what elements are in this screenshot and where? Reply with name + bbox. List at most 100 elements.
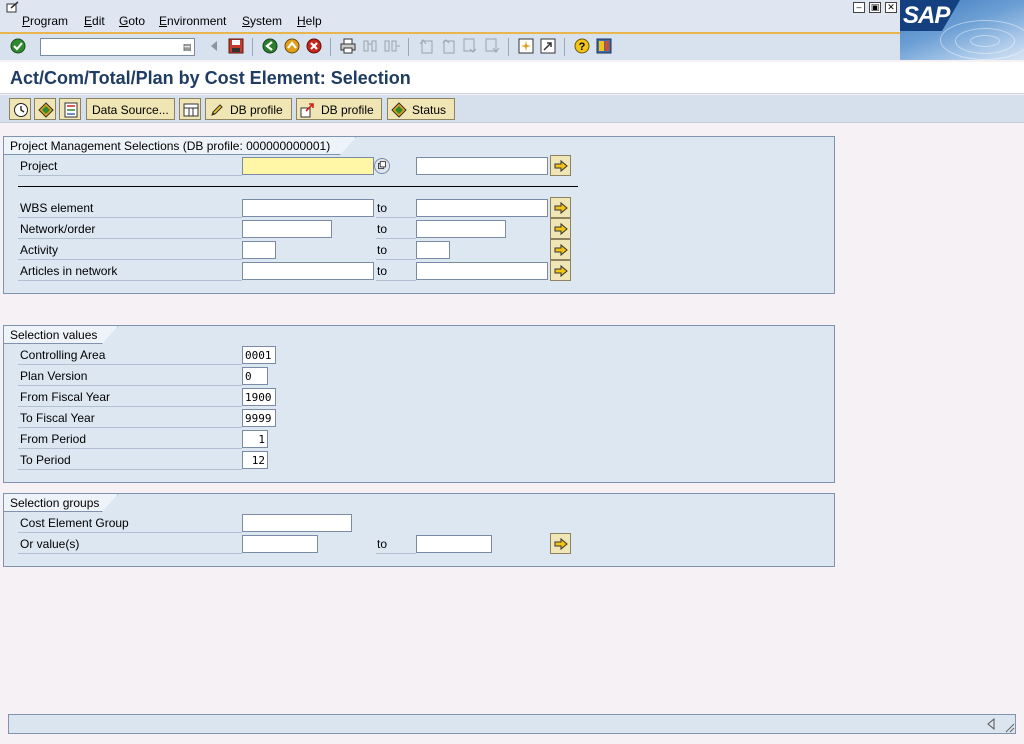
project-to-input[interactable]	[416, 157, 548, 175]
save-icon[interactable]	[228, 38, 244, 54]
cancel-icon[interactable]	[306, 38, 322, 54]
wbs-element-from-input[interactable]	[242, 199, 374, 217]
articles-in-network-to-input[interactable]	[416, 262, 548, 280]
title-bar: Act/Com/Total/Plan by Cost Element: Sele…	[0, 62, 1024, 94]
close-button[interactable]: ✕	[885, 2, 897, 13]
wbs-element-label: WBS element	[20, 201, 94, 215]
activity-to-input[interactable]	[416, 241, 450, 259]
page-title: Act/Com/Total/Plan by Cost Element: Sele…	[10, 68, 411, 88]
sap-logo-text: SAP	[903, 2, 950, 29]
execute-clock-icon	[14, 103, 28, 117]
controlling-area-label: Controlling Area	[20, 348, 106, 362]
data-source-button[interactable]: Data Source...	[86, 98, 175, 120]
wbs-element-multiple-selection-button[interactable]	[550, 197, 571, 218]
selection-options-button[interactable]	[59, 98, 81, 120]
from-period-label: From Period	[20, 432, 87, 446]
activity-to-label: to	[377, 243, 388, 257]
find-next-icon	[384, 40, 400, 52]
project-label: Project	[20, 159, 58, 173]
selection-options-icon	[64, 102, 78, 118]
arrow-right-icon	[554, 159, 568, 173]
next-page-icon	[463, 38, 477, 53]
plan-version-input[interactable]: 0	[242, 367, 268, 385]
selection-groups-group: Selection groups Cost Element Group Or v…	[3, 493, 835, 567]
menu-system[interactable]: System	[242, 14, 282, 28]
status-icon	[391, 102, 407, 118]
arrow-right-icon	[554, 243, 568, 257]
create-shortcut-icon[interactable]	[540, 38, 556, 54]
pencil-icon	[211, 104, 223, 116]
get-variant-button[interactable]	[34, 98, 56, 120]
execute-button[interactable]	[9, 98, 31, 120]
system-menu-icon[interactable]	[6, 1, 20, 13]
articles-in-network-multiple-selection-button[interactable]	[550, 260, 571, 281]
arrow-right-icon	[554, 264, 568, 278]
application-toolbar: Data Source... DB profile DB profile Sta…	[0, 95, 1024, 123]
project-management-group-title: Project Management Selections (DB profil…	[4, 137, 356, 155]
or-values-to-input[interactable]	[416, 535, 492, 553]
separator-line	[18, 186, 578, 187]
restore-button[interactable]: ▣	[869, 2, 881, 13]
plan-version-label: Plan Version	[20, 369, 88, 383]
project-from-input[interactable]	[242, 157, 374, 175]
collapse-command-field-icon[interactable]	[206, 38, 222, 54]
status-bar	[8, 714, 1016, 734]
minimize-button[interactable]: –	[853, 2, 865, 13]
layout-button[interactable]	[179, 98, 201, 120]
back-icon[interactable]	[262, 38, 278, 54]
from-period-input[interactable]: 1	[242, 430, 268, 448]
network-order-to-label: to	[377, 222, 388, 236]
status-expand-icon[interactable]	[985, 718, 997, 730]
project-management-group: Project Management Selections (DB profil…	[3, 136, 835, 294]
wbs-element-to-input[interactable]	[416, 199, 548, 217]
selection-values-group-title: Selection values	[4, 326, 118, 344]
network-order-to-input[interactable]	[416, 220, 506, 238]
to-period-label: To Period	[20, 453, 71, 467]
create-session-icon[interactable]	[518, 38, 534, 54]
cost-element-group-label: Cost Element Group	[20, 516, 129, 530]
find-icon	[363, 40, 377, 52]
layout-table-icon	[183, 103, 199, 117]
menu-goto[interactable]: Goto	[119, 14, 145, 28]
command-field[interactable]: ▤	[40, 38, 195, 56]
activity-from-input[interactable]	[242, 241, 276, 259]
to-period-input[interactable]: 12	[242, 451, 268, 469]
articles-in-network-from-input[interactable]	[242, 262, 374, 280]
or-values-multiple-selection-button[interactable]	[550, 533, 571, 554]
articles-in-network-label: Articles in network	[20, 264, 118, 278]
or-values-from-input[interactable]	[242, 535, 318, 553]
project-multiple-selection-button[interactable]	[550, 155, 571, 176]
to-fiscal-year-input[interactable]: 9999	[242, 409, 276, 427]
change-profile-icon	[300, 103, 314, 118]
controlling-area-input[interactable]: 0001	[242, 346, 276, 364]
arrow-right-icon	[554, 537, 568, 551]
customize-layout-icon[interactable]	[596, 38, 612, 54]
enter-icon[interactable]	[10, 38, 26, 54]
project-value-help-icon[interactable]	[374, 158, 390, 174]
db-profile-change-button[interactable]: DB profile	[296, 98, 382, 120]
sap-logo: SAP	[900, 0, 1024, 60]
command-field-dropdown-icon[interactable]: ▤	[182, 41, 192, 53]
arrow-right-icon	[554, 201, 568, 215]
menu-edit[interactable]: Edit	[84, 14, 105, 28]
svg-text:?: ?	[579, 41, 586, 53]
menu-help[interactable]: Help	[297, 14, 322, 28]
menu-program[interactable]: Program	[22, 14, 68, 28]
help-icon[interactable]: ?	[574, 38, 590, 54]
last-page-icon	[485, 38, 500, 53]
print-icon[interactable]	[340, 38, 356, 54]
resize-grip-icon[interactable]	[1003, 721, 1015, 733]
network-order-label: Network/order	[20, 222, 96, 236]
menu-environment[interactable]: Environment	[159, 14, 226, 28]
network-order-from-input[interactable]	[242, 220, 332, 238]
activity-multiple-selection-button[interactable]	[550, 239, 571, 260]
db-profile-edit-button[interactable]: DB profile	[205, 98, 292, 120]
status-button[interactable]: Status	[387, 98, 455, 120]
from-fiscal-year-input[interactable]: 1900	[242, 388, 276, 406]
cost-element-group-input[interactable]	[242, 514, 352, 532]
selection-groups-group-title: Selection groups	[4, 494, 118, 512]
from-fiscal-year-label: From Fiscal Year	[20, 390, 111, 404]
exit-icon[interactable]	[284, 38, 300, 54]
activity-label: Activity	[20, 243, 59, 257]
network-order-multiple-selection-button[interactable]	[550, 218, 571, 239]
